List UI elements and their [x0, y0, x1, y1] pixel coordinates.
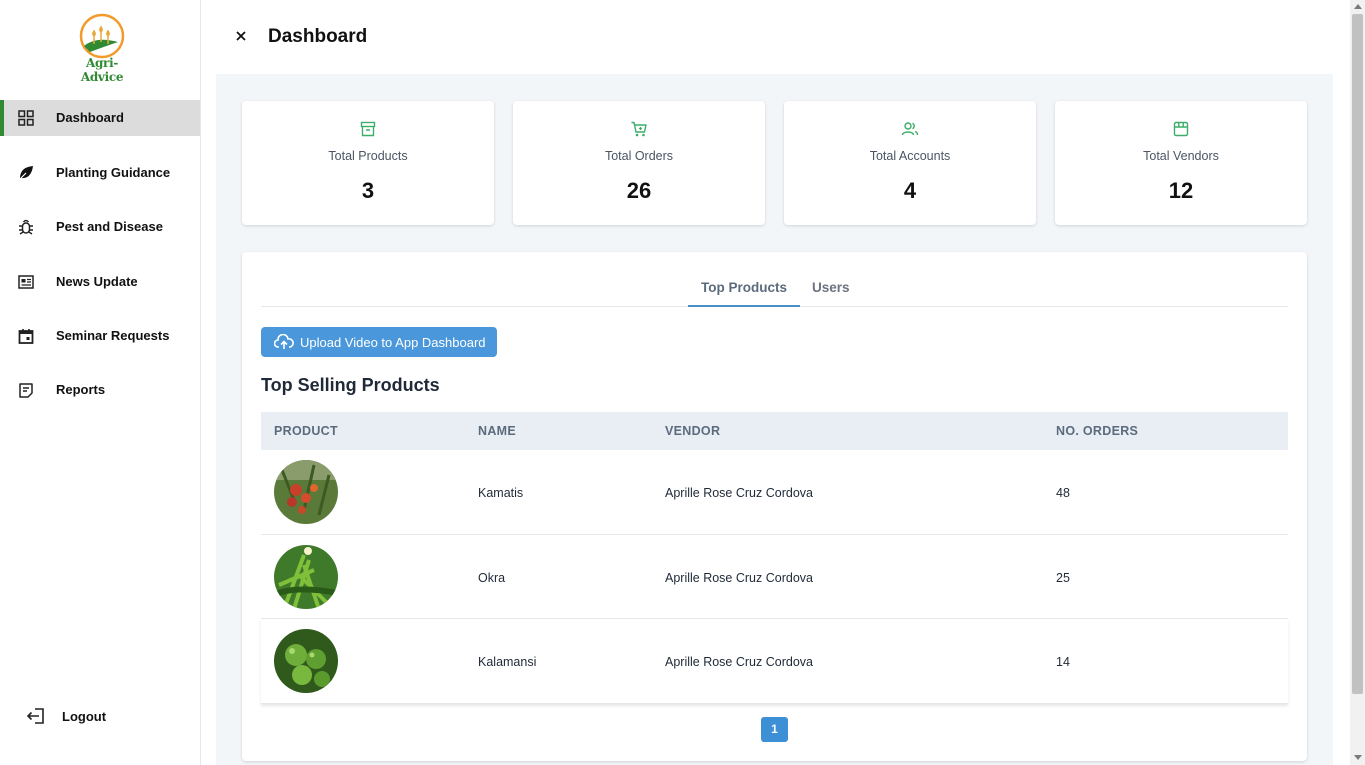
- logout-button[interactable]: Logout: [26, 706, 106, 726]
- scroll-up-arrow-icon[interactable]: [1354, 4, 1362, 9]
- product-vendor: Aprille Rose Cruz Cordova: [665, 655, 813, 669]
- leaf-icon: [18, 166, 33, 181]
- sidebar-item-news-update[interactable]: News Update: [0, 264, 200, 300]
- upload-video-label: Upload Video to App Dashboard: [300, 334, 486, 350]
- product-name: Kamatis: [478, 486, 524, 500]
- stat-label: Total Orders: [604, 149, 674, 163]
- stat-card-total-vendors: Total Vendors 12: [1055, 101, 1307, 225]
- sidebar-item-planting-guidance[interactable]: Planting Guidance: [0, 155, 200, 191]
- okra-plant-image: [274, 544, 338, 609]
- cart-icon: [631, 121, 647, 137]
- table-header: PRODUCT NAME VENDOR NO. ORDERS: [261, 412, 1288, 450]
- stat-value: 12: [1168, 178, 1194, 203]
- page-title: Dashboard: [268, 26, 368, 47]
- cloud-upload-icon: [274, 334, 294, 349]
- stat-label: Total Products: [328, 149, 408, 163]
- sidebar: Agri-Advice Dashboard Planting Guidance …: [0, 0, 201, 765]
- sidebar-item-pest-and-disease[interactable]: Pest and Disease: [0, 209, 200, 245]
- product-orders: 14: [1056, 655, 1070, 669]
- scrollbar-thumb[interactable]: [1352, 14, 1363, 694]
- scrollbar[interactable]: [1350, 0, 1365, 765]
- calendar-icon: [18, 329, 34, 344]
- product-image: [274, 629, 338, 693]
- product-orders: 48: [1056, 486, 1070, 500]
- product-vendor: Aprille Rose Cruz Cordova: [665, 570, 813, 585]
- brand-name: Agri-Advice: [80, 56, 124, 84]
- sidebar-item-label: Seminar Requests: [56, 328, 170, 343]
- stat-label: Total Accounts: [869, 149, 951, 163]
- stat-value: 4: [903, 178, 917, 203]
- column-header-orders: NO. ORDERS: [1056, 424, 1139, 438]
- store-icon: [1173, 121, 1189, 137]
- stat-card-total-accounts: Total Accounts 4: [784, 101, 1036, 225]
- sidebar-item-label: News Update: [56, 274, 138, 289]
- upload-video-button[interactable]: Upload Video to App Dashboard: [261, 327, 497, 357]
- product-name: Kalamansi: [478, 655, 537, 669]
- stat-value: 26: [626, 178, 652, 203]
- kalamansi-fruit-image: [274, 629, 338, 693]
- brand-logo: Agri-Advice: [66, 12, 138, 84]
- sidebar-item-label: Dashboard: [56, 110, 124, 125]
- section-title: Top Selling Products: [261, 375, 440, 395]
- stat-card-total-orders: Total Orders 26: [513, 101, 765, 225]
- bug-icon: [19, 219, 33, 235]
- scroll-down-arrow-icon[interactable]: [1354, 755, 1362, 760]
- table-row: Kalamansi Aprille Rose Cruz Cordova 14: [261, 619, 1288, 704]
- column-header-product: PRODUCT: [274, 424, 338, 438]
- grid-icon: [18, 110, 34, 126]
- sidebar-item-label: Planting Guidance: [56, 165, 171, 180]
- close-icon[interactable]: [233, 28, 249, 44]
- tab-top-products[interactable]: Top Products: [688, 280, 800, 307]
- sidebar-item-reports[interactable]: Reports: [0, 372, 200, 408]
- product-image: [274, 544, 338, 609]
- stat-label: Total Vendors: [1143, 149, 1219, 163]
- column-header-vendor: VENDOR: [665, 424, 721, 438]
- newspaper-icon: [18, 275, 34, 289]
- main-content: Total Products 3 Total Orders 26 Total A…: [216, 74, 1333, 765]
- product-orders: 25: [1056, 570, 1070, 585]
- product-image: [274, 460, 338, 524]
- tomato-plant-image: [274, 460, 338, 524]
- product-vendor: Aprille Rose Cruz Cordova: [665, 486, 813, 500]
- top-products-table: PRODUCT NAME VENDOR NO. ORDERS Kamatis A…: [261, 412, 1288, 704]
- column-header-name: NAME: [478, 424, 517, 438]
- report-icon: [19, 383, 33, 398]
- logout-icon: [26, 708, 44, 724]
- pagination-page-button[interactable]: 1: [761, 717, 788, 742]
- archive-icon: [360, 121, 376, 137]
- sidebar-item-label: Pest and Disease: [56, 219, 163, 234]
- sidebar-item-dashboard[interactable]: Dashboard: [0, 100, 200, 136]
- top-products-panel: Top Products Users Upload Video to App D…: [242, 252, 1307, 761]
- table-row: Kamatis Aprille Rose Cruz Cordova 48: [261, 450, 1288, 535]
- sidebar-item-label: Reports: [56, 382, 106, 397]
- product-name: Okra: [478, 570, 506, 585]
- table-row: Okra Aprille Rose Cruz Cordova 25: [261, 535, 1288, 619]
- stat-value: 3: [361, 178, 375, 203]
- logout-label: Logout: [62, 708, 107, 724]
- tab-users[interactable]: Users: [812, 280, 850, 307]
- tab-bar: Top Products Users: [261, 277, 1288, 307]
- sidebar-item-seminar-requests[interactable]: Seminar Requests: [0, 318, 200, 354]
- stat-card-total-products: Total Products 3: [242, 101, 494, 225]
- users-icon: [901, 122, 919, 136]
